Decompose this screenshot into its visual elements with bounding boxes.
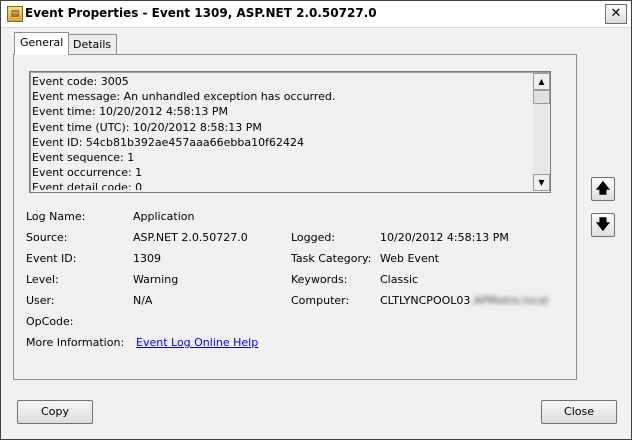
message-line: Event occurrence: 1 bbox=[32, 166, 143, 180]
tab-details[interactable]: Details bbox=[67, 34, 118, 55]
event-message-text: Event code: 3005 Event message: An unhan… bbox=[32, 74, 532, 190]
message-line: Event message: An unhandled exception ha… bbox=[32, 90, 336, 104]
user-label: User: bbox=[26, 294, 55, 307]
event-id-label: Event ID: bbox=[26, 252, 77, 265]
copy-button[interactable]: Copy bbox=[17, 400, 93, 424]
source-value: ASP.NET 2.0.50727.0 bbox=[133, 231, 248, 244]
event-properties-window: ▤ Event Properties - Event 1309, ASP.NET… bbox=[0, 0, 632, 440]
task-category-value: Web Event bbox=[380, 252, 439, 265]
scroll-up-icon[interactable]: ▲ bbox=[533, 73, 550, 90]
next-event-button[interactable]: 🡇 bbox=[591, 213, 615, 237]
event-log-online-help-link[interactable]: Event Log Online Help bbox=[136, 336, 258, 349]
computer-value-domain-redacted: .APMetro.local bbox=[470, 294, 549, 307]
up-arrow-icon: 🡅 bbox=[595, 181, 611, 197]
message-line: Event sequence: 1 bbox=[32, 151, 135, 165]
user-value: N/A bbox=[133, 294, 153, 307]
message-line: Event detail code: 0 bbox=[32, 181, 143, 190]
message-scrollbar[interactable]: ▲ ▼ bbox=[533, 73, 550, 191]
opcode-label: OpCode: bbox=[26, 315, 74, 328]
keywords-label: Keywords: bbox=[291, 273, 348, 286]
computer-label: Computer: bbox=[291, 294, 350, 307]
event-message-box[interactable]: Event code: 3005 Event message: An unhan… bbox=[29, 71, 551, 193]
close-window-button[interactable]: ✕ bbox=[605, 4, 627, 24]
task-category-label: Task Category: bbox=[291, 252, 372, 265]
title-bar: ▤ Event Properties - Event 1309, ASP.NET… bbox=[1, 1, 631, 28]
level-value: Warning bbox=[133, 273, 179, 286]
scroll-down-icon[interactable]: ▼ bbox=[533, 174, 550, 191]
log-name-value: Application bbox=[133, 210, 195, 223]
more-info-label: More Information: bbox=[26, 336, 125, 349]
tab-general[interactable]: General bbox=[14, 32, 70, 55]
keywords-value: Classic bbox=[380, 273, 419, 286]
event-id-value: 1309 bbox=[133, 252, 161, 265]
level-label: Level: bbox=[26, 273, 59, 286]
message-line: Event time (UTC): 10/20/2012 8:58:13 PM bbox=[32, 120, 262, 134]
general-tab-panel: Event code: 3005 Event message: An unhan… bbox=[13, 54, 577, 380]
message-line: Event time: 10/20/2012 4:58:13 PM bbox=[32, 105, 228, 119]
message-line: Event code: 3005 bbox=[32, 75, 129, 88]
down-arrow-icon: 🡇 bbox=[595, 217, 611, 233]
event-viewer-icon: ▤ bbox=[7, 6, 23, 22]
source-label: Source: bbox=[26, 231, 68, 244]
scroll-thumb[interactable] bbox=[533, 90, 550, 104]
window-title: Event Properties - Event 1309, ASP.NET 2… bbox=[25, 6, 377, 20]
computer-value-name: CLTLYNCPOOL03 bbox=[380, 294, 471, 307]
close-button[interactable]: Close bbox=[541, 400, 617, 424]
log-name-label: Log Name: bbox=[26, 210, 86, 223]
previous-event-button[interactable]: 🡅 bbox=[591, 177, 615, 201]
message-line: Event ID: 54cb81b392ae457aaa66ebba10f624… bbox=[32, 135, 304, 149]
logged-label: Logged: bbox=[291, 231, 336, 244]
computer-value: CLTLYNCPOOL03.APMetro.local bbox=[380, 294, 549, 307]
logged-value: 10/20/2012 4:58:13 PM bbox=[380, 231, 509, 244]
